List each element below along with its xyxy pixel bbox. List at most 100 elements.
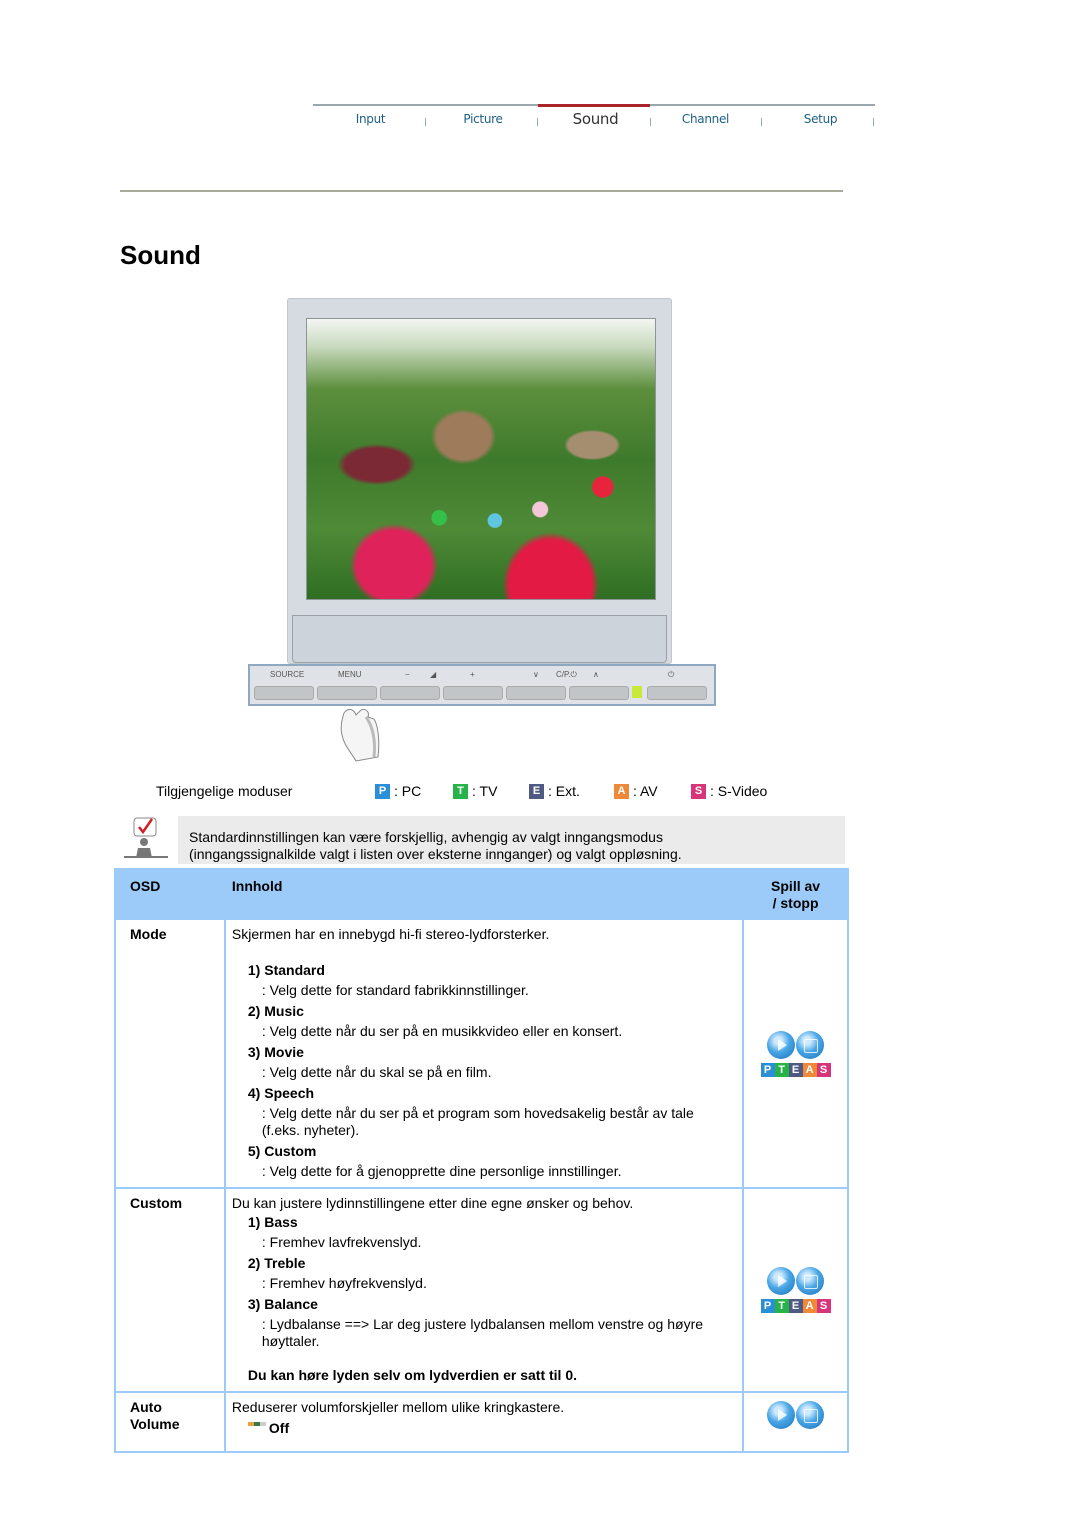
pc-badge-icon: P	[760, 1299, 775, 1313]
hand-pointer-icon	[340, 708, 380, 762]
av-badge-icon: A	[614, 783, 629, 799]
ext-badge-icon: E	[788, 1299, 803, 1313]
panel-label-menu: MENU	[338, 670, 362, 679]
volume-down-button[interactable]	[380, 686, 440, 700]
mode-tv: T : TV	[453, 783, 497, 799]
nav-separator	[537, 118, 538, 126]
panel-label-source: SOURCE	[270, 670, 305, 679]
header-content: Innhold	[223, 868, 745, 920]
option-desc: : Lydbalanse ==> Lar deg justere lydbala…	[261, 1316, 704, 1332]
monitor-screen-image	[306, 318, 656, 600]
option-title: 1) Bass	[247, 1214, 298, 1230]
play-icon[interactable]	[767, 1401, 796, 1429]
stop-icon[interactable]	[796, 1267, 825, 1295]
row-intro: Skjermen har en innebygd hi-fi stereo-ly…	[231, 926, 550, 942]
osd-mode: Mode	[114, 918, 226, 1189]
play-stop-buttons	[745, 1401, 846, 1429]
header-play-line1: Spill av	[771, 878, 821, 894]
option-desc: : Fremhev høyfrekvenslyd.	[261, 1275, 427, 1291]
play-cell: P T E A S	[742, 1187, 849, 1393]
stop-icon[interactable]	[796, 1030, 825, 1059]
tv-badge-icon: T	[774, 1299, 789, 1313]
ext-badge-icon: E	[529, 783, 544, 799]
nav-tab-sound[interactable]: Sound	[563, 110, 628, 128]
nav-separator	[761, 118, 762, 126]
divider	[120, 190, 843, 192]
volume-icon: ◢	[430, 670, 437, 679]
header-play-line2: / stopp	[772, 895, 819, 911]
nav-separator	[650, 118, 651, 126]
power-led	[632, 686, 642, 698]
nav-tab-channel[interactable]: Channel	[673, 112, 738, 126]
play-icon[interactable]	[767, 1030, 796, 1059]
osd-line: Volume	[130, 1416, 180, 1432]
page-title: Sound	[120, 240, 201, 270]
row-intro: Reduserer volumforskjeller mellom ulike …	[231, 1399, 565, 1415]
ext-badge-icon: E	[788, 1062, 803, 1077]
option-desc: : Velg dette når du ser på en musikkvide…	[261, 1023, 623, 1039]
control-panel: SOURCE MENU − ◢ + ∨ C/P.⏻ ∧ ⏻	[248, 664, 716, 706]
play-stop-buttons	[745, 1267, 846, 1295]
option-title: 3) Movie	[247, 1044, 304, 1060]
channel-up-button[interactable]	[569, 686, 629, 700]
table-row: Auto Volume Reduserer volumforskjeller m…	[114, 1391, 849, 1453]
nav-separator	[873, 118, 874, 126]
option-desc: : Velg dette for standard fabrikkinnstil…	[261, 982, 529, 998]
menu-button[interactable]	[317, 686, 377, 700]
mode-svideo: S : S-Video	[691, 783, 767, 799]
content-cell: Reduserer volumforskjeller mellom ulike …	[223, 1391, 745, 1453]
svideo-badge-icon: S	[691, 783, 706, 799]
mode-ext: E : Ext.	[529, 783, 580, 799]
stop-icon[interactable]	[796, 1401, 825, 1429]
source-button[interactable]	[254, 686, 314, 700]
mode-av: A : AV	[614, 783, 658, 799]
nav-active-indicator	[538, 104, 650, 107]
pteas-badges: P T E A S	[745, 1299, 846, 1313]
play-stop-buttons	[745, 1030, 846, 1059]
panel-label-plus: +	[470, 670, 475, 679]
nav-tab-setup[interactable]: Setup	[793, 112, 848, 126]
option-desc: : Velg dette for å gjenopprette dine per…	[261, 1163, 622, 1179]
nav-tab-picture[interactable]: Picture	[453, 112, 513, 126]
option-desc: høyttaler.	[261, 1333, 320, 1349]
top-nav: Input Picture Sound Channel Setup	[313, 104, 875, 136]
mode-label: : S-Video	[710, 783, 768, 799]
svideo-badge-icon: S	[816, 1299, 831, 1313]
note-checkmark-icon	[124, 817, 168, 858]
content-cell: Skjermen har en innebygd hi-fi stereo-ly…	[223, 918, 745, 1189]
channel-up-icon: ∧	[593, 670, 599, 679]
option-off: Off	[268, 1420, 290, 1436]
mode-label: : TV	[472, 783, 498, 799]
osd-custom: Custom	[114, 1187, 226, 1393]
power-button[interactable]	[647, 686, 707, 700]
row-intro: Du kan justere lydinnstillingene etter d…	[231, 1195, 634, 1211]
option-desc: (f.eks. nyheter).	[261, 1122, 360, 1138]
row-footer-note: Du kan høre lyden selv om lydverdien er …	[247, 1367, 577, 1383]
av-badge-icon: A	[802, 1299, 817, 1313]
monitor-speaker	[292, 615, 667, 663]
table-header-row: OSD Innhold Spill av / stopp	[114, 868, 849, 920]
channel-down-button[interactable]	[506, 686, 566, 700]
mode-label: : Ext.	[548, 783, 580, 799]
option-title: 4) Speech	[247, 1085, 315, 1101]
power-icon: ⏻	[668, 670, 675, 679]
play-cell: P T E A S	[742, 918, 849, 1189]
header-play: Spill av / stopp	[742, 868, 849, 920]
av-badge-icon: A	[802, 1062, 817, 1077]
content-cell: Du kan justere lydinnstillingene etter d…	[223, 1187, 745, 1393]
option-desc: : Velg dette når du skal se på en film.	[261, 1064, 492, 1080]
note-text: Standardinnstillingen kan være forskjell…	[189, 829, 682, 863]
panel-label-minus: −	[405, 670, 410, 679]
panel-label-cp: C/P.⏻	[556, 670, 577, 679]
nav-separator	[425, 118, 426, 126]
sound-settings-table: OSD Innhold Spill av / stopp Mode Skjerm…	[114, 868, 849, 1453]
osd-line: Auto	[130, 1399, 162, 1415]
play-icon[interactable]	[767, 1267, 796, 1295]
option-title: 2) Music	[247, 1003, 304, 1019]
tv-badge-icon: T	[774, 1062, 789, 1077]
nav-tab-input[interactable]: Input	[343, 112, 398, 126]
monitor-illustration	[287, 298, 672, 664]
option-desc: : Fremhev lavfrekvenslyd.	[261, 1234, 422, 1250]
volume-up-button[interactable]	[443, 686, 503, 700]
pteas-badges: P T E A S	[745, 1062, 846, 1077]
